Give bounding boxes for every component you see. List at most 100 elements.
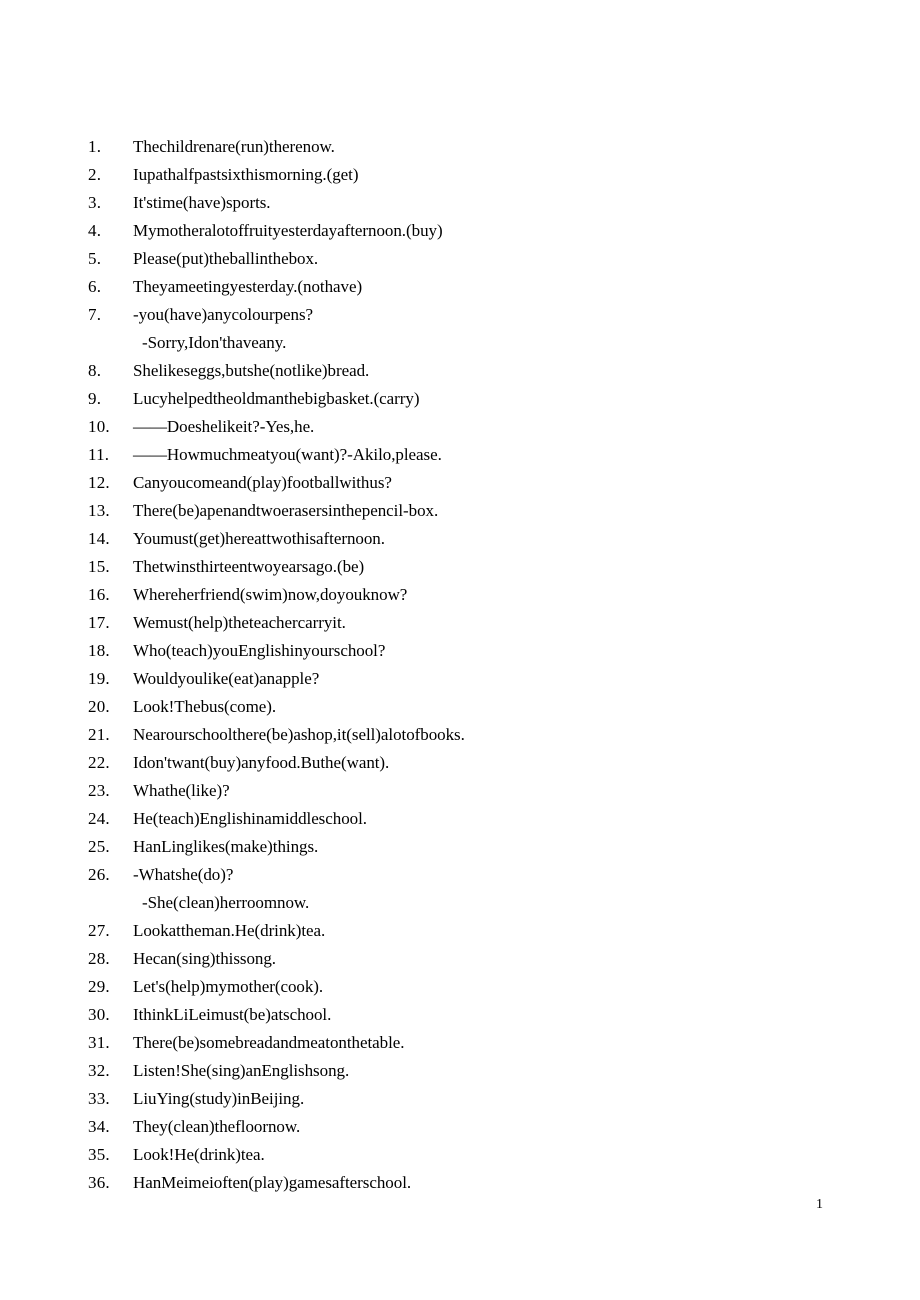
exercise-text: Hecan(sing)thissong.: [133, 949, 277, 968]
exercise-item: 17. Wemust(help)theteachercarryit.: [88, 609, 848, 637]
exercise-list: 1. Thechildrenare(run)therenow. 2. Iupathal…: [88, 133, 848, 1197]
exercise-line: 28. Hecan(sing)thissong.: [88, 945, 848, 973]
exercise-item: 30. IthinkLiLeimust(be)atschool.: [88, 1001, 848, 1029]
exercise-text: Let's(help)mymother(cook).: [133, 977, 324, 996]
exercise-text: Thechildrenare(run)therenow.: [133, 137, 335, 156]
exercise-line: 20. Look!Thebus(come).: [88, 693, 848, 721]
exercise-line: 16. Whereherfriend(swim)now,doyouknow?: [88, 581, 848, 609]
exercise-line: 10. ——Doeshelikeit?-Yes,he.: [88, 413, 848, 441]
exercise-line: 3. It'stime(have)sports.: [88, 189, 848, 217]
exercise-line: 22. Idon'twant(buy)anyfood.Buthe(want).: [88, 749, 848, 777]
exercise-item: 6. Theyameetingyesterday.(nothave): [88, 273, 848, 301]
exercise-text: ——Doeshelikeit?-Yes,he.: [133, 417, 315, 436]
exercise-item: 2. Iupathalfpastsixthismorning.(get): [88, 161, 848, 189]
exercise-item: 20. Look!Thebus(come).: [88, 693, 848, 721]
exercise-number: 1.: [88, 137, 102, 156]
exercise-item: 27. Lookattheman.He(drink)tea.: [88, 917, 848, 945]
exercise-item: 3. It'stime(have)sports.: [88, 189, 848, 217]
exercise-item: 24. He(teach)Englishinamiddleschool.: [88, 805, 848, 833]
exercise-text: Wemust(help)theteachercarryit.: [133, 613, 346, 632]
subline-indent: [88, 329, 142, 357]
exercise-text: LiuYing(study)inBeijing.: [133, 1089, 305, 1108]
exercise-line: 30. IthinkLiLeimust(be)atschool.: [88, 1001, 848, 1029]
exercise-number: 35.: [88, 1145, 110, 1164]
exercise-text: HanLinglikes(make)things.: [133, 837, 319, 856]
exercise-item: 11. ——Howmuchmeatyou(want)?-Akilo,please.: [88, 441, 848, 469]
exercise-text: HanMeimeioften(play)gamesafterschool.: [133, 1173, 412, 1192]
exercise-number: 8.: [88, 361, 102, 380]
exercise-number: 33.: [88, 1089, 110, 1108]
exercise-line: 26. -Whatshe(do)?: [88, 861, 848, 889]
exercise-number: 25.: [88, 837, 110, 856]
exercise-number: 2.: [88, 165, 102, 184]
exercise-item: 16. Whereherfriend(swim)now,doyouknow?: [88, 581, 848, 609]
exercise-item: 13. There(be)apenandtwoerasersinthepencil…: [88, 497, 848, 525]
subline-indent: [88, 889, 142, 917]
exercise-text: Whathe(like)?: [133, 781, 230, 800]
exercise-number: 7.: [88, 305, 102, 324]
exercise-text: Please(put)theballinthebox.: [133, 249, 319, 268]
exercise-number: 22.: [88, 753, 110, 772]
exercise-number: 13.: [88, 501, 110, 520]
exercise-item: 12. Canyoucomeand(play)footballwithus?: [88, 469, 848, 497]
exercise-text: They(clean)thefloornow.: [133, 1117, 301, 1136]
exercise-number: 11.: [88, 445, 110, 464]
exercise-item: 21. Nearourschoolthere(be)ashop,it(sell)a…: [88, 721, 848, 749]
exercise-line: 15. Thetwinsthirteentwoyearsago.(be): [88, 553, 848, 581]
exercise-line: 34. They(clean)thefloornow.: [88, 1113, 848, 1141]
exercise-line: 27. Lookattheman.He(drink)tea.: [88, 917, 848, 945]
exercise-item: 5. Please(put)theballinthebox.: [88, 245, 848, 273]
exercise-number: 14.: [88, 529, 110, 548]
exercise-line: 5. Please(put)theballinthebox.: [88, 245, 848, 273]
exercise-number: 17.: [88, 613, 110, 632]
exercise-line: 17. Wemust(help)theteachercarryit.: [88, 609, 848, 637]
exercise-line: 11. ——Howmuchmeatyou(want)?-Akilo,please.: [88, 441, 848, 469]
exercise-item: 10. ——Doeshelikeit?-Yes,he.: [88, 413, 848, 441]
exercise-text: Wouldyoulike(eat)anapple?: [133, 669, 320, 688]
exercise-item: 29. Let's(help)mymother(cook).: [88, 973, 848, 1001]
exercise-line: 12. Canyoucomeand(play)footballwithus?: [88, 469, 848, 497]
exercise-number: 29.: [88, 977, 110, 996]
exercise-item: 9. Lucyhelpedtheoldmanthebigbasket.(carry…: [88, 385, 848, 413]
exercise-text: Whereherfriend(swim)now,doyouknow?: [133, 585, 408, 604]
exercise-text: There(be)somebreadandmeatonthetable.: [133, 1033, 405, 1052]
exercise-line: 9. Lucyhelpedtheoldmanthebigbasket.(carry…: [88, 385, 848, 413]
exercise-item: 25. HanLinglikes(make)things.: [88, 833, 848, 861]
exercise-line: 14. Youmust(get)hereattwothisafternoon.: [88, 525, 848, 553]
exercise-line: 29. Let's(help)mymother(cook).: [88, 973, 848, 1001]
exercise-line: 23. Whathe(like)?: [88, 777, 848, 805]
exercise-item: 8. Shelikeseggs,butshe(notlike)bread.: [88, 357, 848, 385]
exercise-item: 26. -Whatshe(do)? -She(clean)herroomnow.: [88, 861, 848, 917]
exercise-item: 32. Listen!She(sing)anEnglishsong.: [88, 1057, 848, 1085]
exercise-number: 20.: [88, 697, 110, 716]
exercise-text: Canyoucomeand(play)footballwithus?: [133, 473, 392, 492]
exercise-text: He(teach)Englishinamiddleschool.: [133, 809, 367, 828]
exercise-number: 32.: [88, 1061, 110, 1080]
exercise-text: IthinkLiLeimust(be)atschool.: [133, 1005, 332, 1024]
exercise-line: 33. LiuYing(study)inBeijing.: [88, 1085, 848, 1113]
exercise-subline: -She(clean)herroomnow.: [88, 889, 848, 917]
exercise-number: 4.: [88, 221, 102, 240]
exercise-text: Youmust(get)hereattwothisafternoon.: [133, 529, 385, 548]
exercise-number: 34.: [88, 1117, 110, 1136]
exercise-item: 36. HanMeimeioften(play)gamesafterschool.: [88, 1169, 848, 1197]
exercise-subline-text: -She(clean)herroomnow.: [142, 893, 310, 912]
exercise-line: 31. There(be)somebreadandmeatonthetable.: [88, 1029, 848, 1057]
exercise-number: 26.: [88, 865, 110, 884]
exercise-number: 16.: [88, 585, 110, 604]
exercise-text: Mymotheralotoffruityesterdayafternoon.(b…: [133, 221, 443, 240]
exercise-number: 15.: [88, 557, 110, 576]
exercise-line: 35. Look!He(drink)tea.: [88, 1141, 848, 1169]
exercise-number: 30.: [88, 1005, 110, 1024]
exercise-number: 3.: [88, 193, 102, 212]
exercise-number: 6.: [88, 277, 102, 296]
exercise-line: 7. -you(have)anycolourpens?: [88, 301, 848, 329]
exercise-text: Lucyhelpedtheoldmanthebigbasket.(carry): [133, 389, 420, 408]
exercise-text: -you(have)anycolourpens?: [133, 305, 314, 324]
exercise-item: 15. Thetwinsthirteentwoyearsago.(be): [88, 553, 848, 581]
exercise-text: There(be)apenandtwoerasersinthepencil-bo…: [133, 501, 439, 520]
exercise-item: 34. They(clean)thefloornow.: [88, 1113, 848, 1141]
exercise-text: Thetwinsthirteentwoyearsago.(be): [133, 557, 365, 576]
exercise-text: Theyameetingyesterday.(nothave): [133, 277, 363, 296]
exercise-text: Lookattheman.He(drink)tea.: [133, 921, 326, 940]
